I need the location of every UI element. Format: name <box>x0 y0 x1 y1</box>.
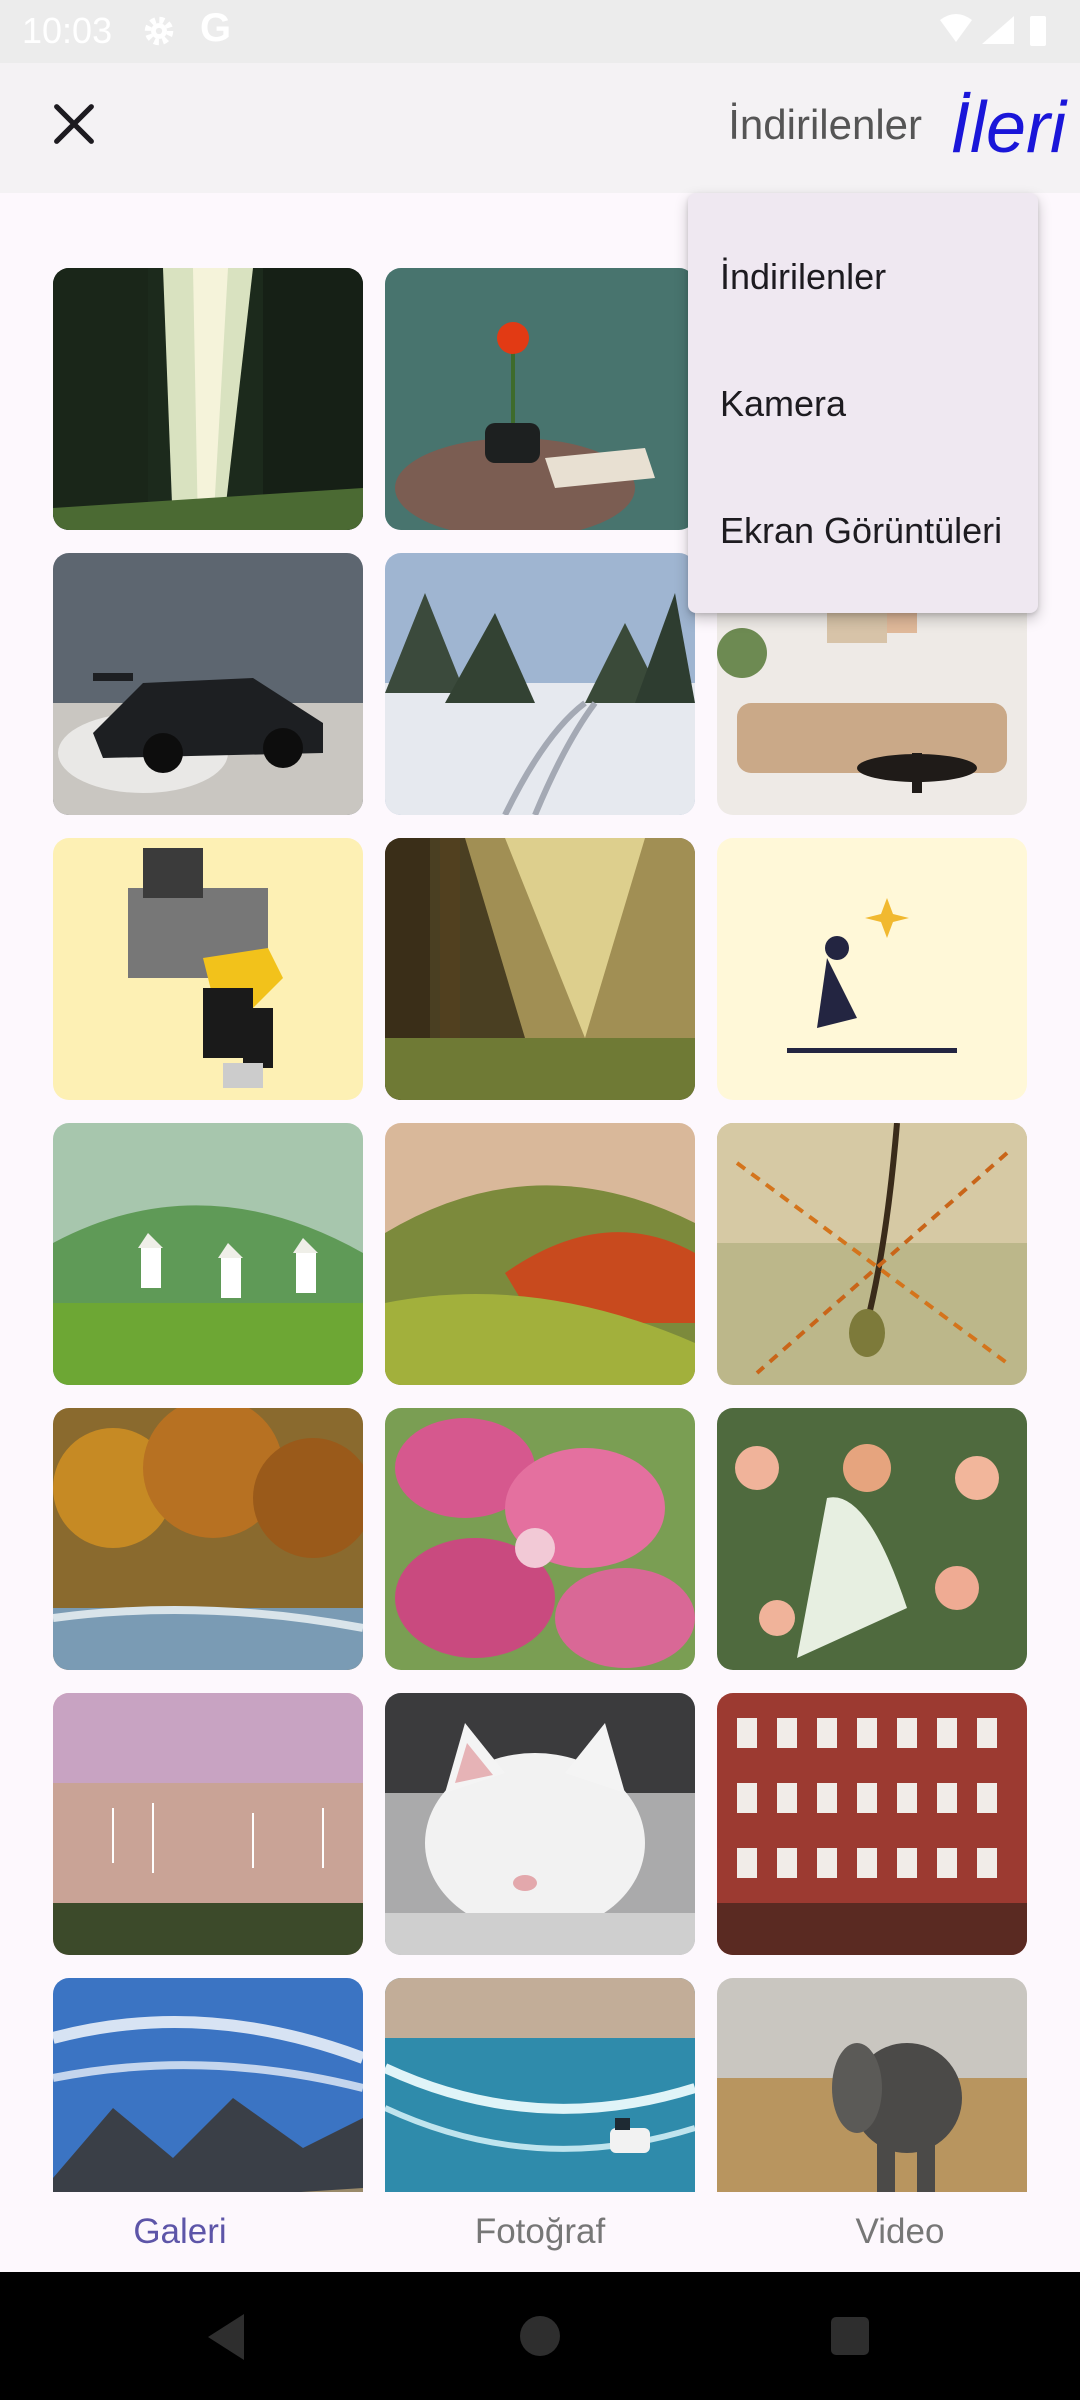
wifi-icon <box>940 14 972 42</box>
menu-item-downloads[interactable]: İndirilenler <box>720 256 886 298</box>
gallery-tile[interactable] <box>53 268 363 530</box>
tab-photo[interactable]: Fotoğraf <box>475 2212 605 2252</box>
settings-gear-icon <box>144 16 174 46</box>
battery-icon <box>1030 16 1046 46</box>
app-bar: İndirilenler İleri <box>0 63 1080 193</box>
status-time: 10:03 <box>22 10 113 51</box>
gallery-tile[interactable] <box>717 838 1027 1100</box>
gallery-picker-screen: 10:03 G İndirilenler İleri İndirilenler … <box>0 0 1080 2400</box>
bottom-tab-bar: Galeri Fotoğraf Video <box>0 2192 1080 2272</box>
status-bar: 10:03 G <box>0 0 1080 63</box>
gallery-tile[interactable] <box>53 838 363 1100</box>
close-icon[interactable] <box>48 98 100 150</box>
gallery-tile[interactable] <box>717 1123 1027 1385</box>
gallery-tile[interactable] <box>385 1408 695 1670</box>
menu-item-camera[interactable]: Kamera <box>720 383 846 425</box>
back-triangle-icon[interactable] <box>204 2312 250 2362</box>
gallery-tile[interactable] <box>53 1978 363 2193</box>
gallery-tile[interactable] <box>717 1408 1027 1670</box>
gallery-tile[interactable] <box>385 1693 695 1955</box>
next-button[interactable]: İleri <box>950 87 1066 169</box>
gallery-tile[interactable] <box>53 1408 363 1670</box>
gallery-tile[interactable] <box>53 553 363 815</box>
home-circle-icon[interactable] <box>520 2316 560 2356</box>
gallery-tile[interactable] <box>385 268 695 530</box>
status-icons <box>940 14 1046 46</box>
recents-square-icon[interactable] <box>831 2317 869 2355</box>
tab-gallery[interactable]: Galeri <box>133 2212 226 2252</box>
gallery-tile[interactable] <box>385 1123 695 1385</box>
tab-video[interactable]: Video <box>856 2212 945 2252</box>
gallery-tile[interactable] <box>717 1978 1027 2193</box>
gallery-tile[interactable] <box>53 1123 363 1385</box>
menu-item-screenshots[interactable]: Ekran Görüntüleri <box>720 510 1002 552</box>
gallery-tile[interactable] <box>385 838 695 1100</box>
folder-selector[interactable]: İndirilenler <box>728 101 922 149</box>
google-icon: G <box>200 6 232 50</box>
gallery-tile[interactable] <box>385 1978 695 2193</box>
gallery-tile[interactable] <box>385 553 695 815</box>
gallery-tile[interactable] <box>53 1693 363 1955</box>
system-nav-bar <box>0 2272 1080 2400</box>
signal-icon <box>982 16 1014 44</box>
gallery-tile[interactable] <box>717 1693 1027 1955</box>
folder-dropdown-menu: İndirilenler Kamera Ekran Görüntüleri <box>688 193 1038 613</box>
